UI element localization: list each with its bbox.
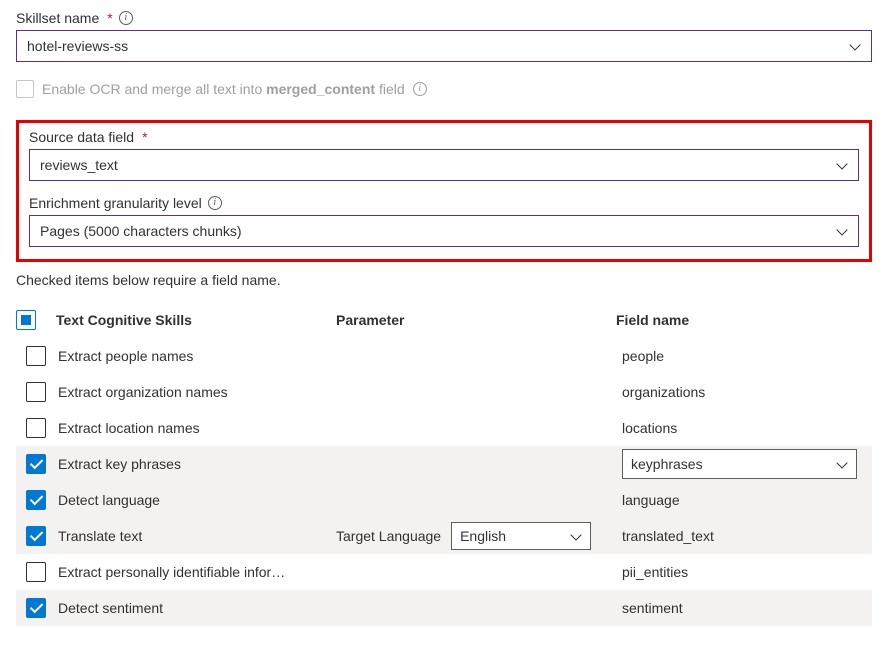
source-data-dropdown[interactable]: reviews_text	[29, 149, 859, 181]
col-fieldname-header: Field name	[616, 312, 872, 328]
table-row: Extract people names people	[16, 338, 872, 374]
skill-checkbox[interactable]	[26, 598, 46, 618]
table-row: Extract location names locations	[16, 410, 872, 446]
source-data-field: Source data field * reviews_text	[29, 129, 859, 181]
chevron-down-icon	[836, 458, 848, 470]
field-name-text: translated_text	[622, 528, 714, 544]
skill-label: Extract personally identifiable infor…	[56, 564, 336, 580]
col-parameter-header: Parameter	[336, 312, 616, 328]
skillset-name-value: hotel-reviews-ss	[27, 38, 128, 54]
checked-items-note: Checked items below require a field name…	[16, 272, 872, 288]
field-name-text: sentiment	[622, 600, 683, 616]
info-icon[interactable]: i	[208, 196, 222, 210]
enable-ocr-row: Enable OCR and merge all text into merge…	[16, 80, 872, 98]
skill-label: Detect language	[56, 492, 336, 508]
skill-label: Extract organization names	[56, 384, 336, 400]
field-name-text: organizations	[622, 384, 705, 400]
skill-checkbox[interactable]	[26, 382, 46, 402]
skill-label: Extract key phrases	[56, 456, 336, 472]
table-row: Detect sentiment sentiment	[16, 590, 872, 626]
skill-checkbox[interactable]	[26, 418, 46, 438]
highlighted-section: Source data field * reviews_text Enrichm…	[16, 120, 872, 262]
skill-label: Extract people names	[56, 348, 336, 364]
field-name-text: locations	[622, 420, 677, 436]
field-name-text: language	[622, 492, 680, 508]
skill-label: Translate text	[56, 528, 336, 544]
source-data-value: reviews_text	[40, 157, 118, 173]
required-indicator: *	[107, 10, 112, 26]
chevron-down-icon	[836, 159, 848, 171]
skill-checkbox[interactable]	[26, 454, 46, 474]
granularity-field: Enrichment granularity level i Pages (50…	[29, 195, 859, 247]
info-icon: i	[413, 82, 427, 96]
table-row: Translate textTarget Language English tran…	[16, 518, 872, 554]
select-all-checkbox[interactable]	[16, 310, 36, 330]
chevron-down-icon	[836, 225, 848, 237]
required-indicator: *	[142, 129, 147, 145]
granularity-value: Pages (5000 characters chunks)	[40, 223, 242, 239]
skills-table: Text Cognitive Skills Parameter Field na…	[16, 302, 872, 626]
field-name-text: pii_entities	[622, 564, 688, 580]
skill-checkbox[interactable]	[26, 526, 46, 546]
table-header-row: Text Cognitive Skills Parameter Field na…	[16, 302, 872, 338]
granularity-dropdown[interactable]: Pages (5000 characters chunks)	[29, 215, 859, 247]
enable-ocr-checkbox	[16, 80, 34, 98]
enable-ocr-label: Enable OCR and merge all text into merge…	[42, 81, 405, 97]
parameter-value: English	[460, 528, 506, 544]
table-row: Extract key phrases keyphrases	[16, 446, 872, 482]
granularity-label: Enrichment granularity level	[29, 195, 202, 211]
table-row: Extract organization names organizations	[16, 374, 872, 410]
chevron-down-icon	[570, 530, 582, 542]
field-name-dropdown[interactable]: keyphrases	[622, 449, 857, 479]
info-icon[interactable]: i	[119, 11, 133, 25]
skillset-name-dropdown[interactable]: hotel-reviews-ss	[16, 30, 872, 62]
field-name-text: people	[622, 348, 664, 364]
target-language-dropdown[interactable]: English	[451, 522, 591, 550]
source-data-label: Source data field	[29, 129, 134, 145]
skill-checkbox[interactable]	[26, 346, 46, 366]
skill-label: Detect sentiment	[56, 600, 336, 616]
field-name-value: keyphrases	[631, 456, 703, 472]
chevron-down-icon	[849, 40, 861, 52]
skill-checkbox[interactable]	[26, 562, 46, 582]
table-row: Extract personally identifiable infor… pi…	[16, 554, 872, 590]
parameter-label: Target Language	[336, 528, 441, 544]
skillset-name-label: Skillset name	[16, 10, 99, 26]
col-skills-header: Text Cognitive Skills	[56, 312, 336, 328]
table-row: Detect language language	[16, 482, 872, 518]
skill-label: Extract location names	[56, 420, 336, 436]
skill-checkbox[interactable]	[26, 490, 46, 510]
skillset-name-field: Skillset name * i hotel-reviews-ss	[16, 10, 872, 62]
